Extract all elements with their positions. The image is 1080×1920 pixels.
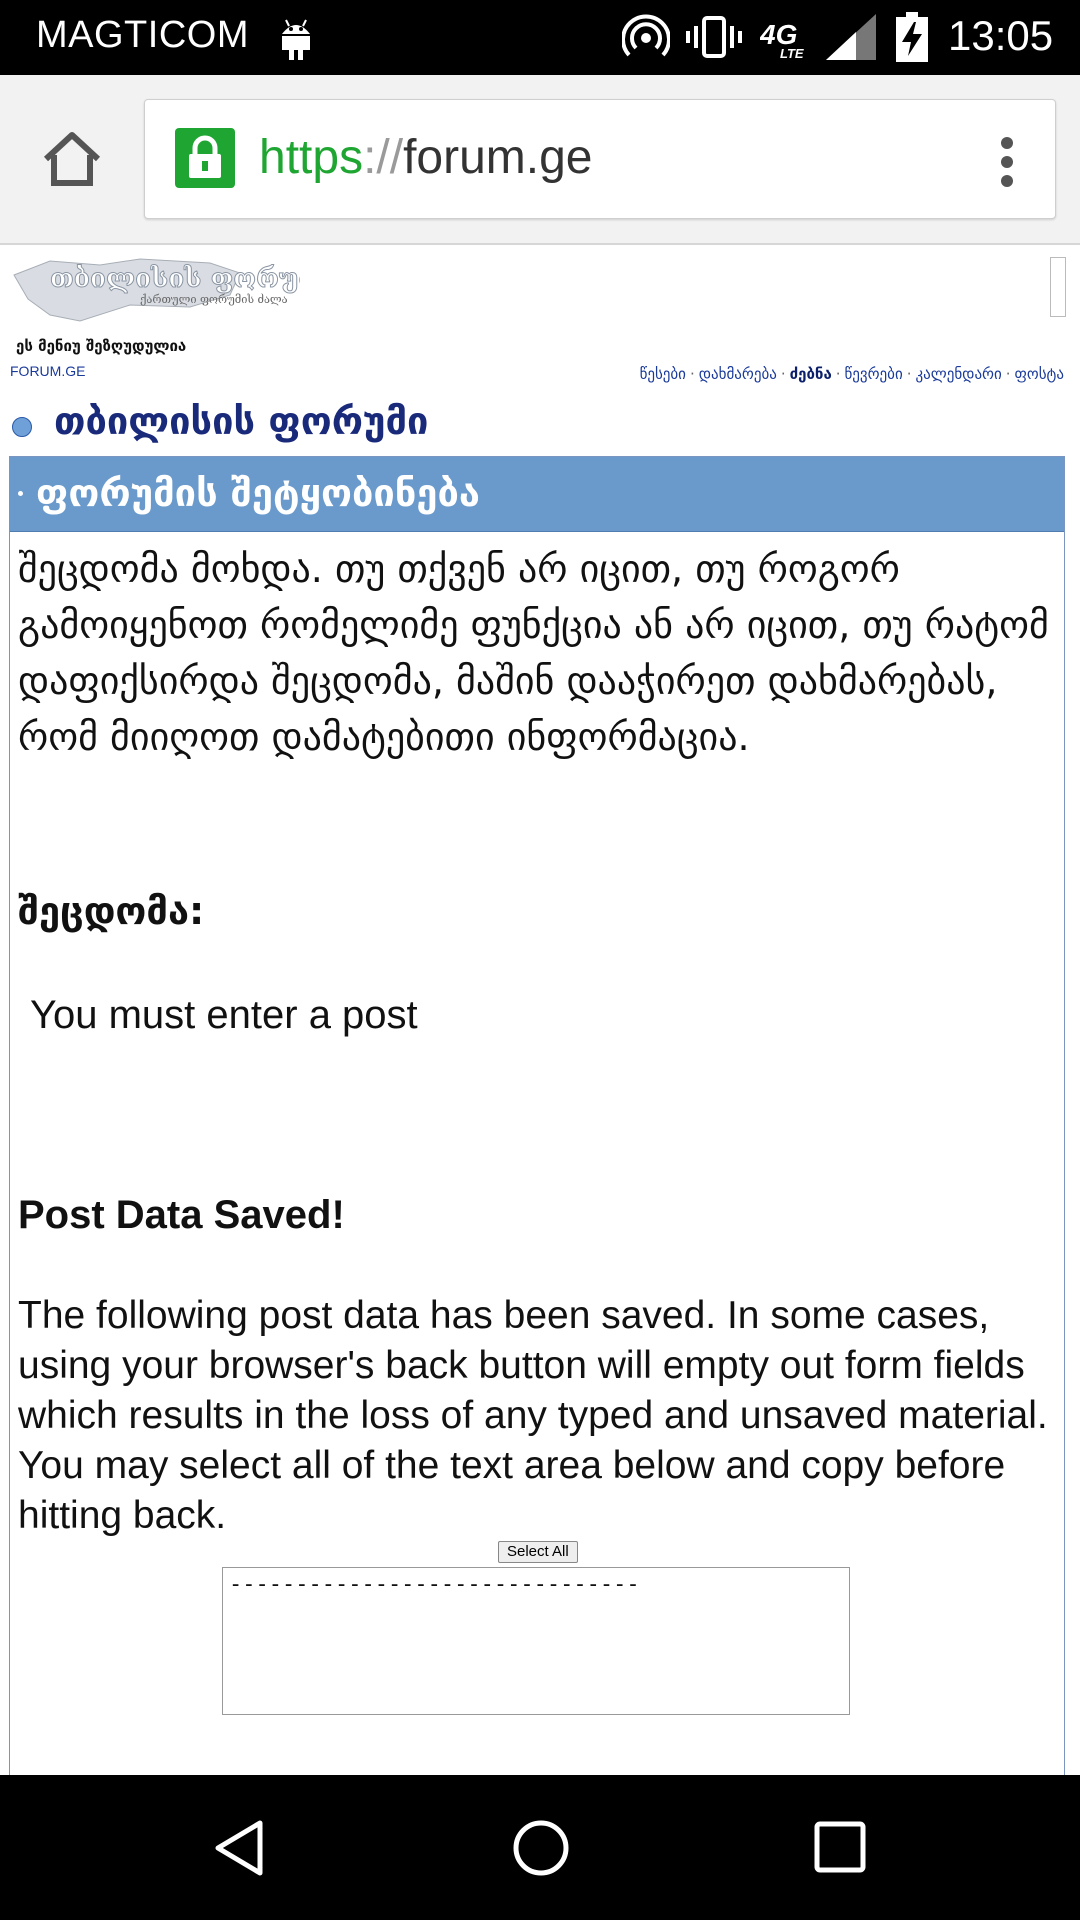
home-button[interactable]	[40, 127, 104, 191]
site-logo[interactable]: თბილისის ფორუმი ქართული ფორუმის ძალა	[10, 255, 332, 331]
select-all-button[interactable]: Select All	[498, 1541, 578, 1563]
carrier-name: MAGTICOM	[36, 14, 249, 56]
saved-title: Post Data Saved!	[18, 1193, 345, 1237]
lte-icon: 4G LTE	[760, 19, 804, 60]
url-host: forum.ge	[403, 131, 593, 184]
recents-button[interactable]	[812, 1819, 868, 1875]
home-nav-button[interactable]	[510, 1817, 572, 1879]
clock: 13:05	[948, 12, 1054, 59]
forum-title[interactable]: თბილისის ფორუმი	[54, 399, 428, 443]
bullet-icon	[12, 417, 32, 437]
error-intro-text: შეცდომა მოხდა. თუ თქვენ არ იცით, თუ როგო…	[18, 547, 1049, 759]
forum-message-box: ფორუმის შეტყობინება შეცდომა მოხდა. თუ თქ…	[9, 456, 1065, 1775]
error-label: შეცდომა:	[18, 889, 205, 933]
nav-calendar[interactable]: კალენდარი	[915, 365, 1001, 383]
logo-map-icon: თბილისის ფორუმი ქართული ფორუმის ძალა	[13, 258, 332, 322]
svg-text:LTE: LTE	[780, 46, 804, 60]
top-navigation: წესები · დახმარება · ძებნა · წევრები · კალენდარი…	[639, 365, 1064, 383]
lock-icon	[175, 128, 235, 188]
bullet-icon	[18, 491, 23, 496]
url-text: https://forum.ge	[259, 130, 593, 185]
menu-limited-notice: ეს მენიუ შეზღუდულია	[16, 337, 187, 355]
forum-title-row: თბილისის ფორუმი	[10, 395, 1070, 451]
more-menu-icon[interactable]	[999, 136, 1015, 188]
vibrate-icon	[686, 16, 742, 58]
saved-post-textarea[interactable]: -------------------------------	[222, 1567, 850, 1715]
logo-subtitle: ქართული ფორუმის ძალა	[140, 293, 288, 306]
nav-help[interactable]: დახმარება	[699, 365, 777, 383]
site-link[interactable]: FORUM.GE	[10, 363, 85, 379]
url-scheme: https	[259, 131, 364, 184]
nav-search[interactable]: ძებნა	[790, 365, 832, 383]
url-separator: ://	[363, 131, 404, 184]
saved-description: The following post data has been saved. …	[18, 1294, 1048, 1537]
battery-charging-icon	[896, 12, 928, 62]
android-icon	[282, 19, 310, 60]
address-bar[interactable]: https://forum.ge	[144, 99, 1056, 219]
browser-toolbar: https://forum.ge	[0, 75, 1080, 245]
status-bar: MAGTICOM 4G LTE 13:05	[0, 0, 1080, 75]
logo-title: თბილისის ფორუმი	[50, 264, 300, 294]
signal-icon	[826, 14, 876, 60]
error-message: You must enter a post	[30, 993, 418, 1037]
message-header-title: ფორუმის შეტყობინება	[36, 471, 480, 515]
back-button[interactable]	[210, 1817, 272, 1879]
nav-mail[interactable]: ფოსტა	[1015, 365, 1064, 383]
message-header: ფორუმის შეტყობინება	[10, 457, 1064, 532]
nav-rules[interactable]: წესები	[640, 365, 686, 383]
side-badge	[1050, 257, 1066, 317]
hotspot-icon	[622, 14, 670, 57]
system-navigation-bar	[0, 1775, 1080, 1920]
nav-members[interactable]: წევრები	[845, 365, 903, 383]
web-page: თბილისის ფორუმი ქართული ფორუმის ძალა ეს …	[0, 245, 1080, 1775]
